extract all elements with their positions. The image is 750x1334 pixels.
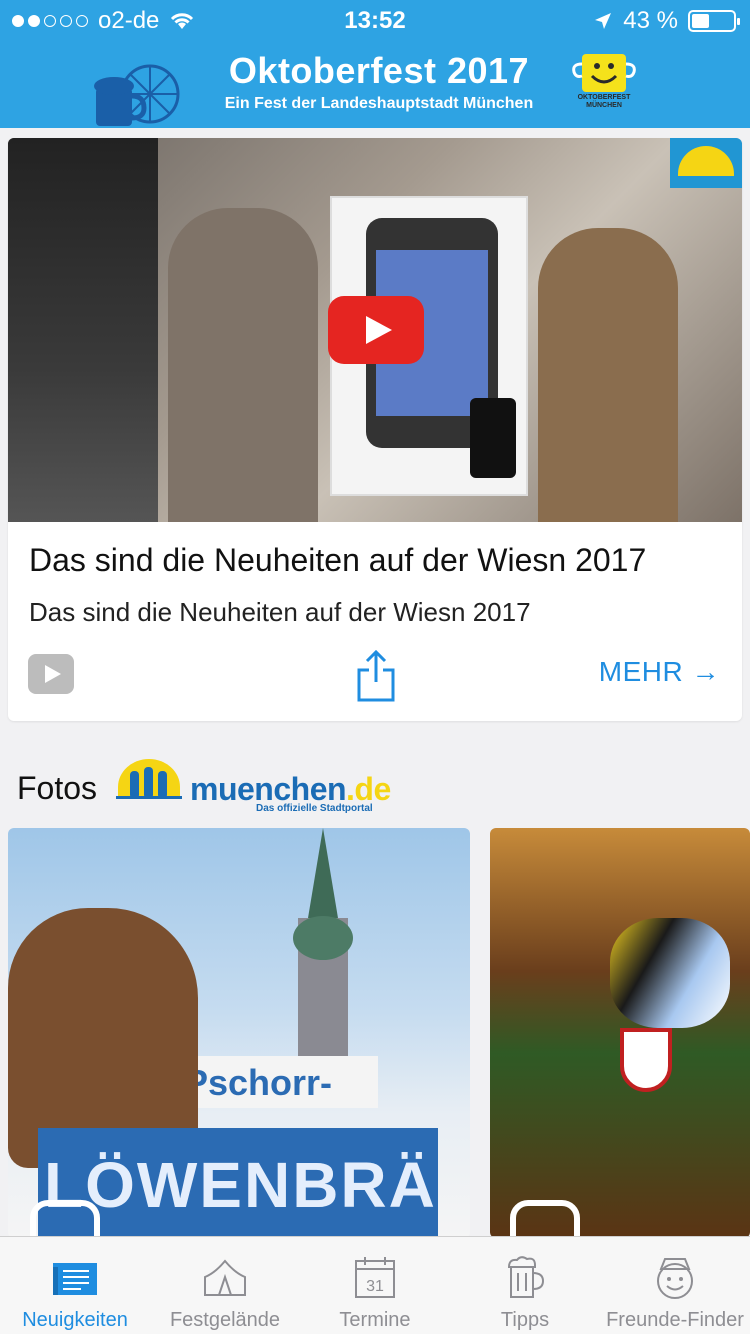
app-subtitle: Ein Fest der Landeshauptstadt München xyxy=(224,95,534,112)
loewenbraeu-sign-text: LÖWENBRÄ xyxy=(44,1149,437,1221)
battery-percent: 43 % xyxy=(623,7,678,34)
battery-fill xyxy=(692,14,709,28)
beer-mug-icon xyxy=(507,1256,545,1298)
smartphone-in-hand xyxy=(470,398,516,478)
fotos-heading: Fotos xyxy=(17,770,98,806)
header-title-block: Oktoberfest 2017 Ein Fest der Landeshaup… xyxy=(214,50,544,113)
person-left xyxy=(168,208,318,522)
more-link[interactable]: MEHR → xyxy=(599,656,720,688)
tab-label: Freunde-Finder xyxy=(606,1309,744,1331)
muenchen-arc-icon xyxy=(116,759,182,799)
youtube-play-button[interactable] xyxy=(328,296,424,364)
tab-neuigkeiten[interactable]: Neuigkeiten xyxy=(0,1237,150,1334)
muenchen-tagline: Das offizielle Stadtportal xyxy=(256,803,373,814)
badge-wings-icon xyxy=(572,62,636,78)
tent-icon xyxy=(204,1259,246,1296)
tab-label: Festgelände xyxy=(169,1309,281,1331)
muenchen-word: muenchen xyxy=(190,771,347,807)
photo-tile[interactable]: Pschorr- LÖWENBRÄ xyxy=(8,828,470,1238)
tab-label: Tipps xyxy=(500,1309,550,1331)
instagram-icon xyxy=(510,1200,580,1238)
share-icon[interactable] xyxy=(356,648,396,702)
video-thumbnail[interactable] xyxy=(8,138,742,522)
muenchen-tld: .de xyxy=(346,771,391,807)
munich-crest xyxy=(620,1028,672,1092)
instagram-icon xyxy=(30,1200,100,1238)
tab-termine[interactable]: 31 Termine xyxy=(300,1237,450,1334)
status-bar: o2-de 13:52 43 % xyxy=(0,0,750,40)
location-arrow-icon xyxy=(595,13,612,29)
video-type-icon xyxy=(28,654,74,694)
photo-tile[interactable] xyxy=(490,828,750,1238)
pschorr-sign-text: Pschorr- xyxy=(184,1062,333,1103)
card-title[interactable]: Das sind die Neuheiten auf der Wiesn 201… xyxy=(29,542,646,579)
news-card[interactable]: Das sind die Neuheiten auf der Wiesn 201… xyxy=(8,138,742,721)
calendar-day: 31 xyxy=(366,1278,384,1295)
app-title: Oktoberfest 2017 xyxy=(228,50,530,91)
beer-ferris-wheel-logo xyxy=(94,64,180,126)
tab-tipps[interactable]: Tipps xyxy=(450,1237,600,1334)
top-bar: o2-de 13:52 43 % Oktoberfest 2017 Ein Fe… xyxy=(0,0,750,128)
tab-label: Termine xyxy=(339,1309,411,1331)
person-right xyxy=(538,228,678,522)
friend-face-icon xyxy=(657,1258,693,1299)
oktoberfest-badge-logo: OKTOBERFEST MÜNCHEN xyxy=(570,52,638,112)
status-right: 43 % xyxy=(593,7,740,35)
calendar-icon: 31 xyxy=(355,1257,395,1298)
tab-festgelaende[interactable]: Festgelände xyxy=(150,1237,300,1334)
muenchen-corner-logo xyxy=(670,138,742,188)
camera-foreground xyxy=(8,138,158,522)
badge-text: OKTOBERFEST MÜNCHEN xyxy=(577,94,631,109)
news-icon xyxy=(53,1263,97,1295)
tab-label: Neuigkeiten xyxy=(22,1309,128,1331)
church-tower xyxy=(293,828,353,1088)
card-actions: MEHR → xyxy=(8,646,742,712)
battery-icon xyxy=(688,10,740,32)
ribbon-decoration xyxy=(610,918,730,1028)
play-icon xyxy=(366,316,392,344)
card-subtitle: Das sind die Neuheiten auf der Wiesn 201… xyxy=(29,597,531,627)
tab-bar: Neuigkeiten Festgelände 31 Termine Tipps xyxy=(0,1236,750,1334)
muenchen-de-logo[interactable]: muenchen.de Das offizielle Stadtportal xyxy=(116,757,396,819)
tab-freunde-finder[interactable]: Freunde-Finder xyxy=(600,1237,750,1334)
